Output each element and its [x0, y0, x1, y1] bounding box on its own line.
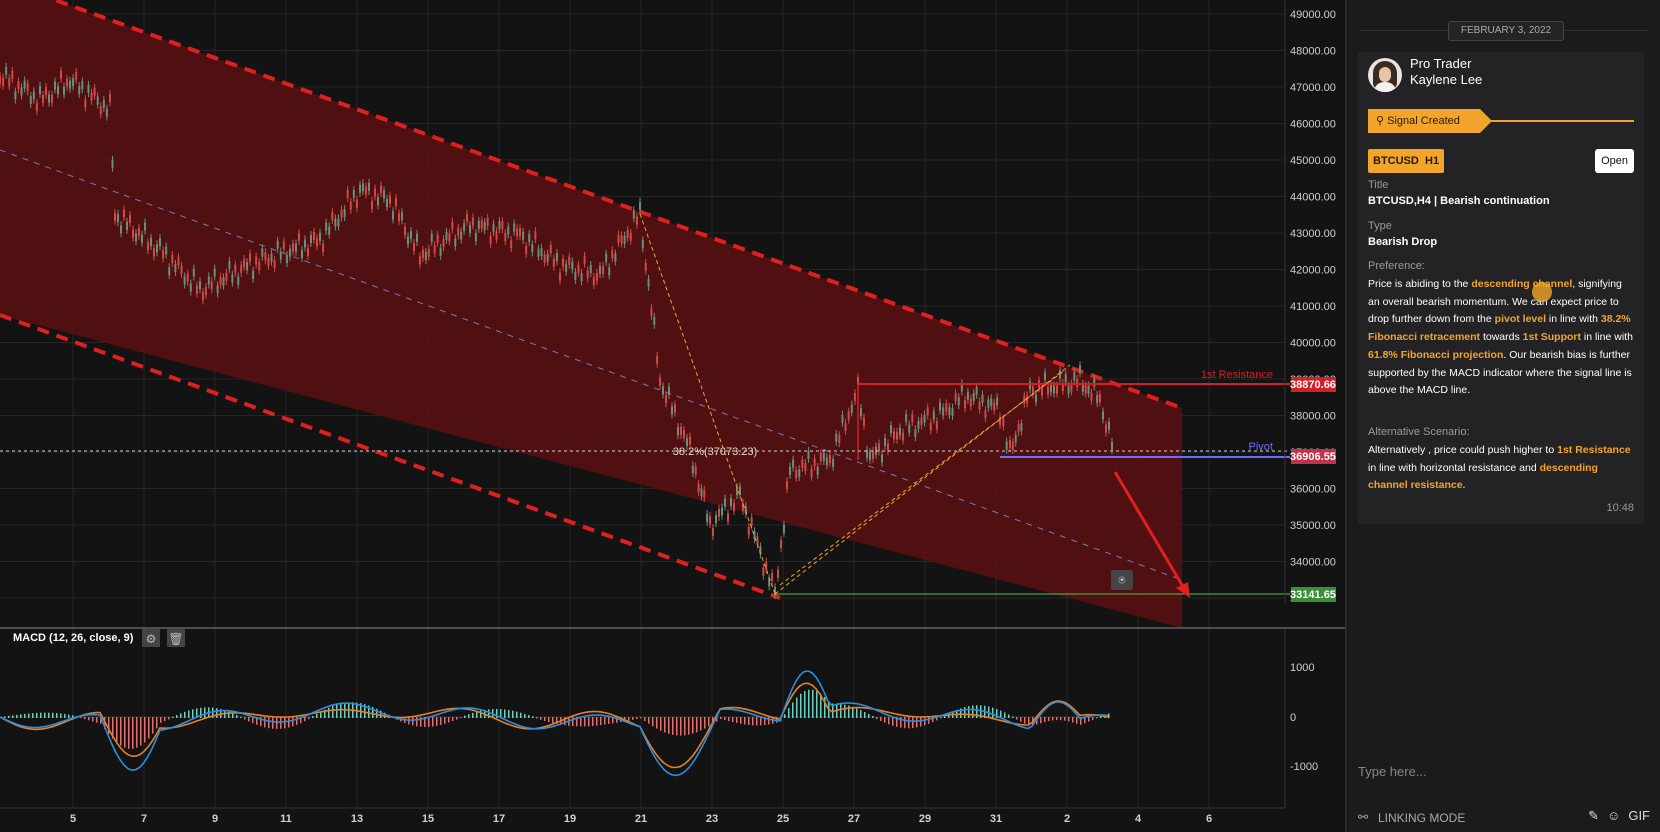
price-tick: 46000.00	[1290, 119, 1336, 131]
lightbulb-icon: ⚲	[1376, 115, 1388, 127]
date-tick: 5	[70, 813, 76, 825]
signal-card: Pro Trader Kaylene Lee ⚲ Signal Created …	[1358, 52, 1644, 524]
symbol-chip[interactable]: BTCUSD	[1368, 149, 1424, 173]
date-tick: 27	[848, 813, 860, 825]
price-tick: 45000.00	[1290, 155, 1336, 167]
signal-created-badge: ⚲ Signal Created	[1368, 109, 1492, 133]
pivot-tag: 36906.55	[1290, 449, 1336, 464]
price-tick: 34000.00	[1290, 557, 1336, 569]
gif-button[interactable]: GIF	[1628, 808, 1650, 823]
macd-tick: 1000	[1290, 662, 1314, 674]
attach-icon[interactable]: ✎	[1588, 808, 1599, 823]
svg-text:⍟: ⍟	[1118, 573, 1125, 587]
preference-label: Preference:	[1368, 260, 1425, 272]
type-value: Bearish Drop	[1368, 236, 1438, 248]
message-input-area: Type here... ⚯ LINKING MODE ✎ ☺ GIF	[1348, 750, 1660, 832]
svg-text:33141.65: 33141.65	[1290, 589, 1336, 601]
macd-tick: -1000	[1290, 761, 1318, 773]
macd-tick: 0	[1290, 712, 1296, 724]
date-separator: FEBRUARY 3, 2022	[1448, 21, 1564, 41]
svg-text:36906.55: 36906.55	[1290, 451, 1336, 463]
date-tick: 21	[635, 813, 647, 825]
date-tick: 15	[422, 813, 434, 825]
signal-panel: FEBRUARY 3, 2022 Pro Trader Kaylene Lee …	[1348, 0, 1660, 832]
price-tick: 49000.00	[1290, 9, 1336, 21]
link-icon[interactable]: ⚯	[1358, 810, 1368, 824]
message-input[interactable]: Type here...	[1358, 764, 1427, 779]
price-tick: 42000.00	[1290, 265, 1336, 277]
preference-text: Price is abiding to the descending chann…	[1368, 278, 1633, 397]
avatar[interactable]	[1368, 58, 1402, 92]
timeframe-chip[interactable]: H1	[1420, 149, 1445, 173]
price-tick: 48000.00	[1290, 46, 1336, 58]
linking-mode-toggle[interactable]: LINKING MODE	[1378, 811, 1465, 825]
panel-divider[interactable]	[1345, 0, 1347, 832]
date-tick: 4	[1135, 813, 1142, 825]
price-tick: 43000.00	[1290, 228, 1336, 240]
macd-label: MACD (12, 26, close, 9)	[13, 632, 134, 644]
date-tick: 2	[1064, 813, 1070, 825]
resistance-label: 1st Resistance	[1201, 369, 1273, 381]
svg-text:🗑: 🗑	[168, 632, 183, 646]
title-label: Title	[1368, 179, 1389, 191]
price-tick: 36000.00	[1290, 484, 1336, 496]
trading-chart[interactable]: ⍟ 38.2%(37073.23) 1st Resistance Pivot 4…	[0, 0, 1345, 832]
date-tick: 23	[706, 813, 718, 825]
fib-label: 38.2%(37073.23)	[673, 446, 757, 458]
date-tick: 29	[919, 813, 931, 825]
price-tick: 35000.00	[1290, 520, 1336, 532]
svg-text:⚙: ⚙	[146, 632, 157, 646]
date-tick: 17	[493, 813, 505, 825]
date-tick: 9	[212, 813, 218, 825]
price-tick: 41000.00	[1290, 301, 1336, 313]
alternative-label: Alternative Scenario:	[1368, 426, 1470, 438]
price-tick: 47000.00	[1290, 82, 1336, 94]
date-tick: 11	[280, 813, 292, 825]
date-tick: 13	[351, 813, 363, 825]
alternative-text: Alternatively , price could push higher …	[1368, 444, 1631, 492]
support-tag: 33141.65	[1290, 587, 1336, 602]
date-tick: 31	[990, 813, 1002, 825]
mouse-cursor	[1532, 282, 1552, 302]
emoji-icon[interactable]: ☺	[1607, 808, 1620, 823]
trader-name: Kaylene Lee	[1410, 72, 1483, 87]
price-tick: 44000.00	[1290, 192, 1336, 204]
date-tick: 6	[1206, 813, 1212, 825]
resistance-tag: 38870.66	[1290, 377, 1336, 392]
trader-role: Pro Trader	[1410, 56, 1472, 71]
svg-text:38870.66: 38870.66	[1290, 379, 1336, 391]
price-tick: 38000.00	[1290, 411, 1336, 423]
date-tick: 7	[141, 813, 147, 825]
open-button[interactable]: Open	[1595, 149, 1634, 173]
title-value: BTCUSD,H4 | Bearish continuation	[1368, 195, 1550, 207]
date-tick: 25	[777, 813, 789, 825]
type-label: Type	[1368, 220, 1392, 232]
date-tick: 19	[564, 813, 576, 825]
message-time: 10:48	[1606, 502, 1634, 514]
price-tick: 40000.00	[1290, 338, 1336, 350]
pivot-label: Pivot	[1249, 441, 1273, 453]
